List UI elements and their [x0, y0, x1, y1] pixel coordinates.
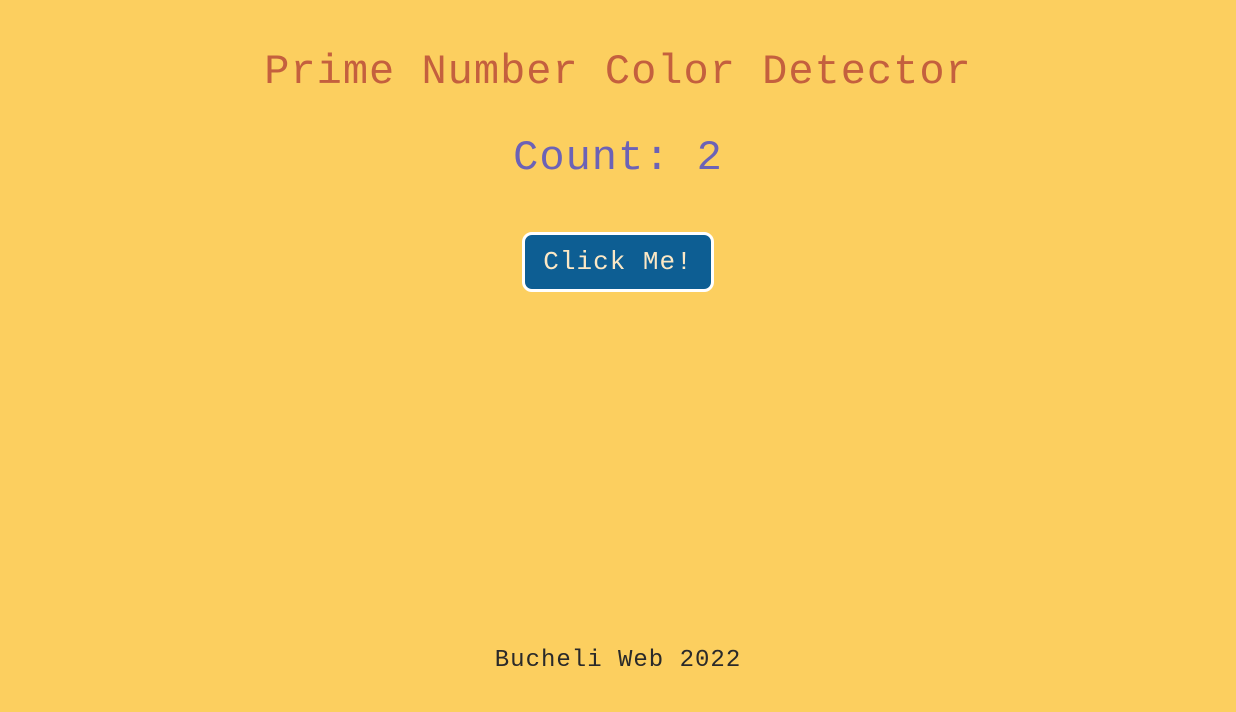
count-value: 2 [697, 134, 723, 182]
count-display: Count: 2 [513, 134, 723, 182]
count-label: Count: [513, 134, 696, 182]
page-title: Prime Number Color Detector [264, 48, 972, 96]
footer-text: Bucheli Web 2022 [495, 647, 741, 674]
click-me-button[interactable]: Click Me! [522, 232, 713, 292]
